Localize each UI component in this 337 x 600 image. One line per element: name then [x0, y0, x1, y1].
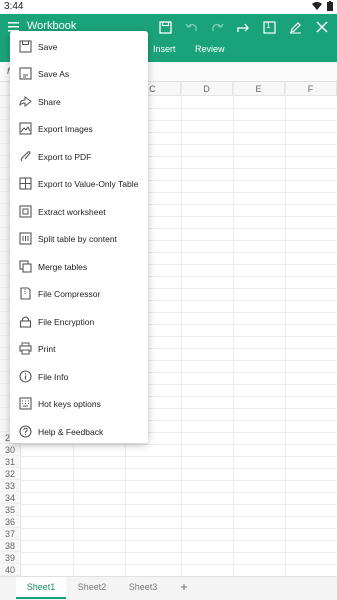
- pdf-icon: [20, 151, 31, 162]
- image-icon: [19, 122, 32, 135]
- menu-item-label: Save As: [38, 68, 70, 79]
- menu-item-label: Print: [38, 343, 56, 354]
- split-icon: [19, 232, 32, 245]
- menu-item-label: Split table by content: [38, 233, 117, 244]
- menu-item-label: Save: [38, 41, 58, 52]
- battery-icon: [327, 1, 333, 11]
- grid-line: [21, 540, 337, 541]
- save-icon: [158, 20, 172, 34]
- row-header-34[interactable]: 34: [0, 492, 21, 504]
- menu-item-share[interactable]: Share: [10, 88, 148, 115]
- undo-button[interactable]: [182, 18, 200, 36]
- extract-icon: [19, 205, 32, 218]
- status-icons: [312, 1, 333, 11]
- grid-line: [21, 564, 337, 565]
- share-icon: [236, 23, 249, 32]
- share-icon: [19, 96, 32, 107]
- sheet-tab-1[interactable]: Sheet1: [16, 577, 66, 599]
- menu-item-file-encryption[interactable]: File Encryption: [10, 308, 148, 335]
- column-header-d[interactable]: D: [181, 82, 233, 96]
- row-header-39[interactable]: 39: [0, 552, 21, 564]
- menu-item-file-compressor[interactable]: File Compressor: [10, 280, 148, 307]
- menu-item-label: Help & Feedback: [38, 426, 104, 437]
- menu-item-file-info[interactable]: File Info: [10, 363, 148, 390]
- tab-insert[interactable]: Insert: [153, 44, 176, 54]
- menu-item-split-table[interactable]: Split table by content: [10, 225, 148, 252]
- undo-icon: [184, 23, 197, 31]
- keyboard-icon: [19, 397, 32, 410]
- menu-item-export-images[interactable]: Export Images: [10, 115, 148, 142]
- table-icon: [19, 177, 32, 190]
- help-icon: [19, 425, 32, 438]
- pencil-icon: [289, 21, 301, 33]
- grid-line: [21, 552, 337, 553]
- close-button[interactable]: [313, 18, 331, 36]
- close-icon: [316, 21, 328, 33]
- status-bar: 3:44: [0, 0, 337, 14]
- menu-item-extract-worksheet[interactable]: Extract worksheet: [10, 198, 148, 225]
- sheet-tab-2[interactable]: Sheet2: [67, 577, 117, 599]
- sheet-count-button[interactable]: 1: [260, 18, 278, 36]
- tab-review[interactable]: Review: [195, 44, 225, 54]
- menu-item-label: Export to PDF: [38, 151, 92, 162]
- add-sheet-button[interactable]: +: [178, 579, 190, 595]
- row-header-35[interactable]: 35: [0, 504, 21, 516]
- grid-line: [21, 468, 337, 469]
- sheet-tab-3[interactable]: Sheet3: [118, 577, 168, 599]
- save-toolbar-button[interactable]: [156, 18, 174, 36]
- menu-item-save[interactable]: Save: [10, 33, 148, 60]
- column-header-e[interactable]: E: [233, 82, 285, 96]
- print-icon: [19, 342, 32, 355]
- menu-item-label: File Encryption: [38, 316, 95, 327]
- column-header-f[interactable]: F: [285, 82, 337, 96]
- row-header-30[interactable]: 30: [0, 444, 21, 456]
- compress-icon: [20, 287, 31, 300]
- lock-icon: [19, 316, 32, 328]
- row-header-36[interactable]: 36: [0, 516, 21, 528]
- grid-line: [21, 480, 337, 481]
- redo-icon: [211, 23, 224, 31]
- menu-item-label: Export Images: [38, 123, 93, 134]
- wifi-icon: [312, 1, 322, 10]
- menu-item-label: Export to Value-Only Table: [38, 178, 139, 189]
- row-header-31[interactable]: 31: [0, 456, 21, 468]
- row-header-40[interactable]: 40: [0, 564, 21, 576]
- menu-item-label: Merge tables: [38, 261, 88, 272]
- redo-button[interactable]: [208, 18, 226, 36]
- row-header-37[interactable]: 37: [0, 528, 21, 540]
- menu-item-label: File Compressor: [38, 288, 101, 299]
- app-root: 3:44 Workbook 1 Insert Review f C D E F …: [0, 0, 337, 600]
- file-menu: Save Save As Share Export Images Export …: [10, 31, 148, 443]
- info-icon: [19, 370, 32, 383]
- menu-item-label: Hot keys options: [38, 398, 101, 409]
- row-header-32[interactable]: 32: [0, 468, 21, 480]
- row-header-33[interactable]: 33: [0, 480, 21, 492]
- menu-item-merge-tables[interactable]: Merge tables: [10, 253, 148, 280]
- status-time: 3:44: [4, 1, 24, 12]
- row-header-38[interactable]: 38: [0, 540, 21, 552]
- edit-button[interactable]: [286, 18, 304, 36]
- menu-item-print[interactable]: Print: [10, 335, 148, 362]
- share-toolbar-button[interactable]: [234, 18, 252, 36]
- sheet-tab-bar: Sheet1 Sheet2 Sheet3 +: [0, 576, 337, 600]
- grid-line: [21, 456, 337, 457]
- menu-item-hot-keys[interactable]: Hot keys options: [10, 390, 148, 417]
- grid-line: [21, 504, 337, 505]
- menu-item-export-value-only-table[interactable]: Export to Value-Only Table: [10, 170, 148, 197]
- save-as-icon: [19, 67, 32, 80]
- menu-item-help-feedback[interactable]: Help & Feedback: [10, 418, 148, 445]
- menu-item-label: Share: [38, 96, 61, 107]
- menu-item-save-as[interactable]: Save As: [10, 60, 148, 87]
- sheet-count-badge: 1: [266, 21, 271, 30]
- grid-line: [21, 516, 337, 517]
- save-icon: [19, 40, 32, 53]
- grid-line: [21, 528, 337, 529]
- grid-line: [21, 492, 337, 493]
- merge-icon: [19, 260, 32, 273]
- menu-item-label: File Info: [38, 371, 69, 382]
- menu-item-label: Extract worksheet: [38, 206, 106, 217]
- menu-item-export-pdf[interactable]: Export to PDF: [10, 143, 148, 170]
